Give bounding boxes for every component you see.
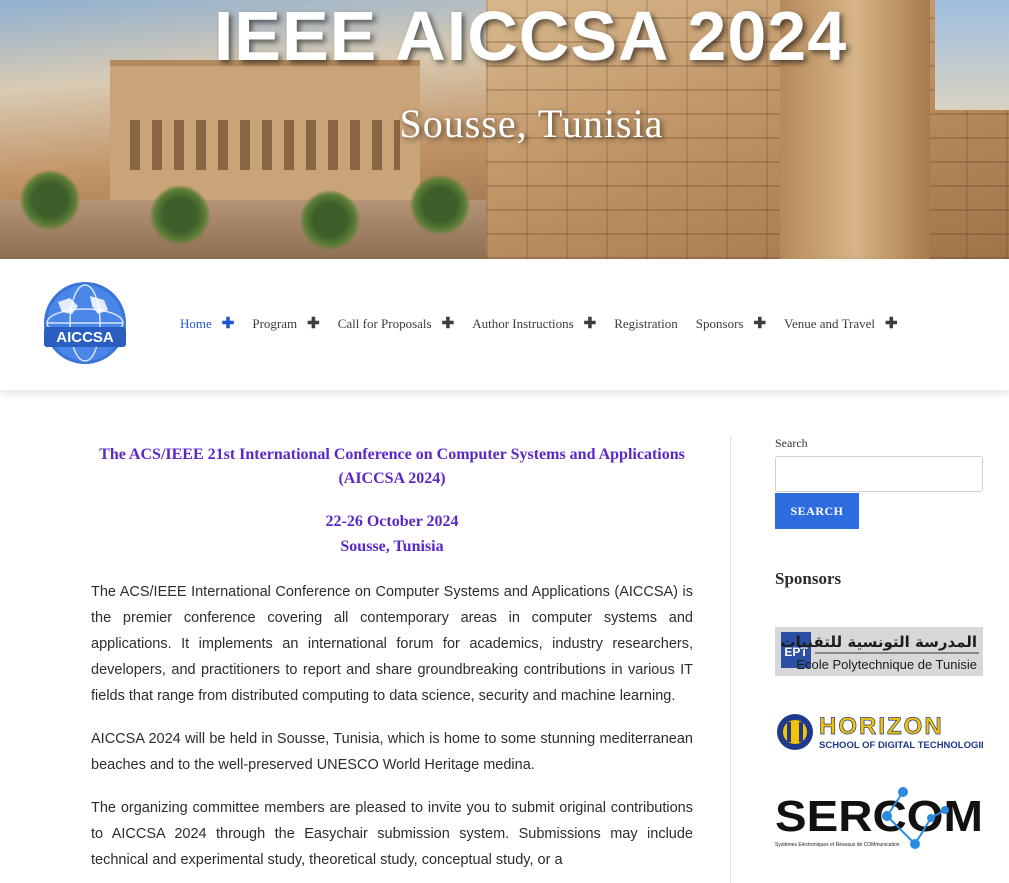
sponsor-sercom-logo[interactable]: SERCOM Systèmes Electroniques et Réseaux… [775, 786, 983, 852]
palm-tree [150, 185, 210, 245]
ept-arabic-name: المدرسة التونسية للتقنيات [781, 633, 977, 651]
sponsor-horizon-logo[interactable]: HORIZON SCHOOL OF DIGITAL TECHNOLOGIES [775, 712, 994, 752]
nav-item-registration[interactable]: Registration [614, 316, 678, 332]
main-content: The ACS/IEEE 21st International Conferen… [91, 440, 693, 873]
nav-item-call-for-proposals[interactable]: Call for Proposals ✚ [338, 316, 454, 332]
palm-tree [410, 175, 470, 235]
invitation-paragraph: The organizing committee members are ple… [91, 800, 693, 868]
sercom-subtitle: Systèmes Electroniques et Réseaux de COM… [775, 842, 900, 848]
plus-icon[interactable]: ✚ [885, 316, 898, 332]
globe-logo-icon: AICCSA [44, 282, 126, 364]
plus-icon[interactable]: ✚ [442, 316, 455, 332]
nav-item-label: Call for Proposals [337, 316, 432, 331]
plus-icon[interactable]: ✚ [753, 316, 766, 332]
column-divider [730, 436, 731, 883]
nav-item-home[interactable]: Home ✚ [180, 316, 234, 332]
palm-tree [20, 170, 80, 230]
ept-french-name: Ecole Polytechnique de Tunisie [796, 657, 977, 672]
hero-title: IEEE AICCSA 2024 [213, 0, 848, 75]
nav-item-label: Home [180, 316, 212, 331]
nav-item-author-instructions[interactable]: Author Instructions ✚ [472, 316, 596, 332]
palm-tree [300, 190, 360, 250]
nav-item-program[interactable]: Program ✚ [252, 316, 319, 332]
nav-item-sponsors[interactable]: Sponsors ✚ [696, 316, 766, 332]
conference-title: The ACS/IEEE 21st International Conferen… [99, 446, 685, 487]
conference-location: Sousse, Tunisia [340, 538, 444, 555]
nav-item-label: Venue and Travel [784, 316, 876, 331]
sponsor-ept-logo[interactable]: EPT المدرسة التونسية للتقنيات Ecole Poly… [775, 627, 983, 676]
plus-icon[interactable]: ✚ [222, 316, 235, 332]
intro-paragraph: The ACS/IEEE International Conference on… [91, 584, 693, 704]
nav-item-venue-and-travel[interactable]: Venue and Travel ✚ [784, 316, 898, 332]
sponsors-heading: Sponsors [775, 569, 842, 588]
plus-icon[interactable]: ✚ [584, 316, 597, 332]
sercom-logo-icon: SERCOM Systèmes Electroniques et Réseaux… [775, 787, 983, 849]
horizon-logo-icon: HORIZON SCHOOL OF DIGITAL TECHNOLOGIES [777, 713, 994, 751]
conference-date: 22-26 October 2024 [325, 513, 459, 530]
horizon-subtitle: SCHOOL OF DIGITAL TECHNOLOGIES [819, 740, 983, 751]
nav-item-label: Author Instructions [472, 316, 574, 331]
search-label: Search [775, 436, 808, 450]
logo-text: AICCSA [56, 329, 114, 346]
search-input[interactable] [775, 456, 983, 492]
main-nav: Home ✚ Program ✚ Call for Proposals ✚ Au… [180, 313, 916, 335]
hero-banner: IEEE AICCSA 2024 Sousse, Tunisia [0, 0, 1009, 259]
search-button[interactable]: SEARCH [775, 493, 859, 529]
horizon-name: HORIZON [819, 713, 944, 740]
nav-item-label: Program [252, 316, 298, 331]
sidebar: Search SEARCH Sponsors EPT المدرسة التون… [775, 436, 994, 849]
navbar: AICCSA Home ✚ Program ✚ Call for Proposa… [0, 259, 1009, 390]
aiccsa-logo[interactable]: AICCSA [38, 280, 132, 368]
conference-date-location: 22-26 October 2024 Sousse, Tunisia [91, 509, 693, 559]
nav-item-label: Registration [614, 316, 678, 331]
sercom-name: SERCOM [775, 792, 983, 841]
plus-icon[interactable]: ✚ [307, 316, 320, 332]
nav-item-label: Sponsors [695, 316, 744, 331]
ept-logo-icon: EPT المدرسة التونسية للتقنيات Ecole Poly… [775, 627, 983, 676]
venue-paragraph: AICCSA 2024 will be held in Sousse, Tuni… [91, 731, 693, 773]
hero-subtitle: Sousse, Tunisia [399, 101, 664, 146]
